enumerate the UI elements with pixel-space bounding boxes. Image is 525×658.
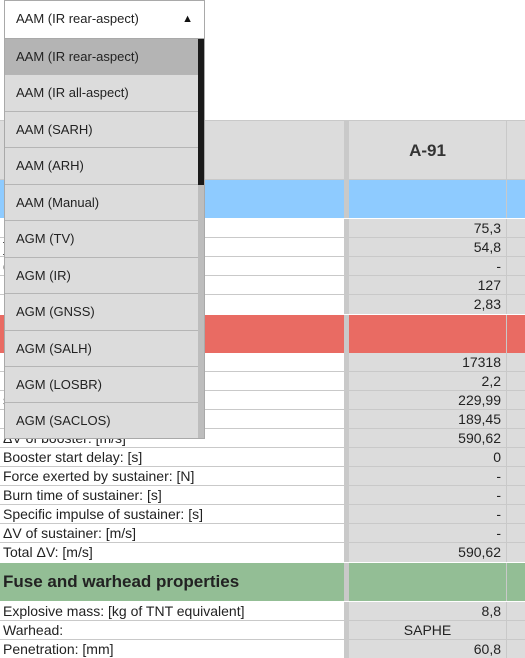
section-title: Fuse and warhead properties xyxy=(0,563,344,601)
row-value: 2,2 xyxy=(349,372,506,391)
row-label: Booster start delay: [s] xyxy=(3,449,143,465)
dropdown-scrollbar[interactable] xyxy=(198,39,204,438)
section-header-fuse-warhead: Fuse and warhead properties xyxy=(0,563,525,601)
row-value: 189,45 xyxy=(349,410,506,429)
row-value: 590,62 xyxy=(349,429,506,448)
option-aam-ir-rear-aspect[interactable]: AAM (IR rear-aspect) xyxy=(5,39,199,76)
table-row: Specific impulse of sustainer: [s] - xyxy=(0,505,525,524)
option-aam-arh[interactable]: AAM (ARH) xyxy=(5,148,199,185)
column-header-a91: A-91 xyxy=(349,121,506,180)
row-value: 54,8 xyxy=(349,238,506,257)
option-agm-ir[interactable]: AGM (IR) xyxy=(5,257,199,295)
table-row: Force exerted by sustainer: [N] - xyxy=(0,467,525,486)
row-label: Total ΔV: [m/s] xyxy=(3,544,93,560)
row-label: Warhead: xyxy=(3,622,64,638)
table-row: Explosive mass: [kg of TNT equivalent] 8… xyxy=(0,602,525,621)
table-row: Warhead: SAPHE xyxy=(0,621,525,640)
row-value: 60,8 xyxy=(349,640,506,658)
option-aam-manual[interactable]: AAM (Manual) xyxy=(5,184,199,222)
row-label: Force exerted by sustainer: [N] xyxy=(3,468,195,484)
table-row: Burn time of sustainer: [s] - xyxy=(0,486,525,505)
caret-up-icon: ▲ xyxy=(182,13,193,25)
scrollbar-thumb[interactable] xyxy=(198,39,204,185)
option-agm-gnss[interactable]: AGM (GNSS) xyxy=(5,294,199,331)
option-agm-saclos[interactable]: AGM (SACLOS) xyxy=(5,403,199,438)
table-row: Total ΔV: [m/s] 590,62 xyxy=(0,543,525,562)
row-value: 17318 xyxy=(349,353,506,372)
missile-type-select[interactable]: AAM (IR rear-aspect) ▲ xyxy=(4,0,205,38)
row-label: Specific impulse of sustainer: [s] xyxy=(3,506,203,522)
row-value: 127 xyxy=(349,276,506,295)
row-value: - xyxy=(349,524,506,543)
row-value: - xyxy=(349,467,506,486)
option-agm-tv[interactable]: AGM (TV) xyxy=(5,221,199,258)
option-agm-salh[interactable]: AGM (SALH) xyxy=(5,330,199,367)
table-row: Penetration: [mm] 60,8 xyxy=(0,640,525,658)
row-label: Explosive mass: [kg of TNT equivalent] xyxy=(3,603,245,619)
row-value: 8,8 xyxy=(349,602,506,621)
row-value: 2,83 xyxy=(349,295,506,314)
option-agm-losbr[interactable]: AGM (LOSBR) xyxy=(5,366,199,404)
row-label: Burn time of sustainer: [s] xyxy=(3,487,162,503)
missile-type-options-list[interactable]: AAM (IR rear-aspect) AAM (IR all-aspect)… xyxy=(4,38,205,439)
row-value: 590,62 xyxy=(349,543,506,562)
row-value: SAPHE xyxy=(349,621,506,640)
row-value: - xyxy=(349,505,506,524)
row-value: 0 xyxy=(349,448,506,467)
select-value: AAM (IR rear-aspect) xyxy=(16,11,139,26)
row-label: ΔV of sustainer: [m/s] xyxy=(3,525,137,541)
option-aam-sarh[interactable]: AAM (SARH) xyxy=(5,111,199,149)
table-row: ΔV of sustainer: [m/s] - xyxy=(0,524,525,543)
row-value: 75,3 xyxy=(349,219,506,238)
row-value: - xyxy=(349,486,506,505)
table-row: Booster start delay: [s] 0 xyxy=(0,448,525,467)
option-aam-ir-all-aspect[interactable]: AAM (IR all-aspect) xyxy=(5,75,199,112)
row-label: Penetration: [mm] xyxy=(3,641,114,657)
row-value: - xyxy=(349,257,506,276)
row-value: 229,99 xyxy=(349,391,506,410)
